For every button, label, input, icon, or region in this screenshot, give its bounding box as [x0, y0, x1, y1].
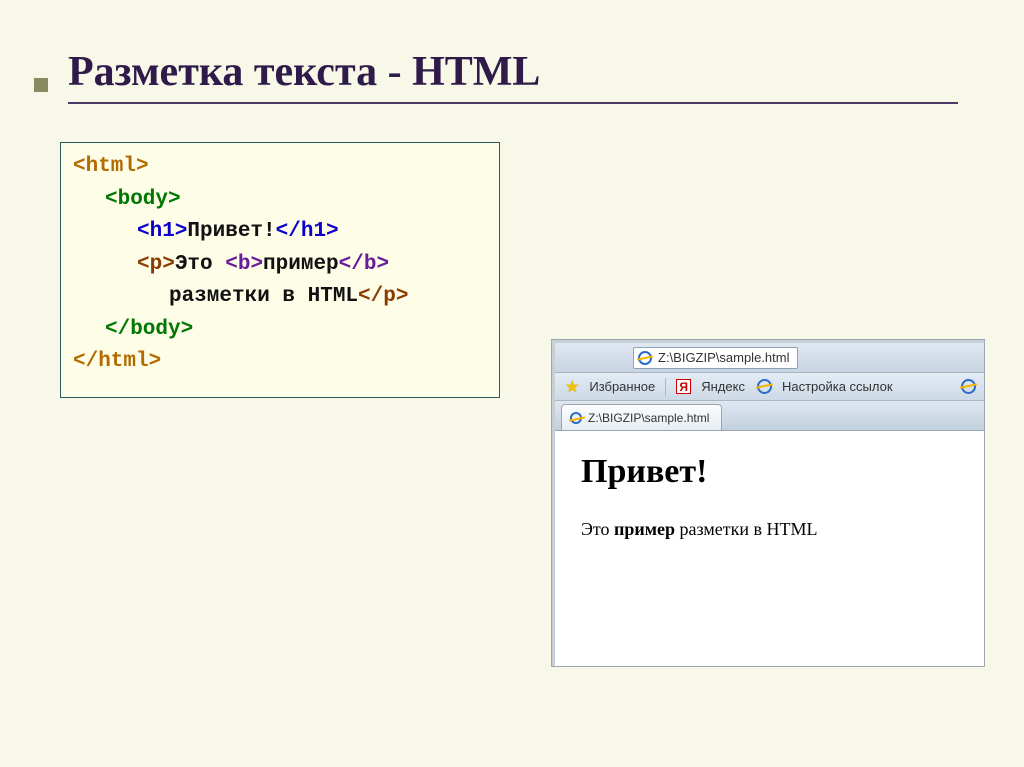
rendered-page: Привет! Это пример разметки в HTML: [555, 431, 984, 666]
code-body-close: </body>: [105, 318, 193, 341]
code-body-open: <body>: [105, 188, 181, 211]
separator: [665, 378, 666, 396]
code-h1-close: </h1>: [276, 220, 339, 243]
yandex-icon[interactable]: Я: [676, 379, 691, 394]
address-input[interactable]: Z:\BIGZIP\sample.html: [633, 347, 798, 369]
title-bullet: [34, 78, 48, 92]
ie-small-icon-2: [961, 379, 976, 394]
code-p-t1: Это: [175, 253, 225, 276]
rendered-paragraph: Это пример разметки в HTML: [581, 519, 958, 540]
code-h1-text: Привет!: [187, 220, 275, 243]
code-p-close: </p>: [358, 285, 408, 308]
ie-icon: [638, 351, 652, 365]
code-h1-open: <h1>: [137, 220, 187, 243]
yandex-link[interactable]: Яндекс: [701, 379, 745, 394]
code-b-close: </b>: [339, 253, 389, 276]
favorites-row: ★ Избранное Я Яндекс Настройка ссылок: [555, 373, 984, 401]
code-b-text: пример: [263, 253, 339, 276]
browser-preview: Z:\BIGZIP\sample.html ★ Избранное Я Янде…: [552, 340, 984, 666]
tab-title: Z:\BIGZIP\sample.html: [588, 411, 709, 425]
code-b-open: <b>: [225, 253, 263, 276]
address-text: Z:\BIGZIP\sample.html: [658, 350, 789, 365]
code-p-open: <p>: [137, 253, 175, 276]
code-html-close: </html>: [73, 350, 161, 373]
tab-row: Z:\BIGZIP\sample.html: [555, 401, 984, 431]
code-html-open: <html>: [73, 155, 149, 178]
settings-link[interactable]: Настройка ссылок: [782, 379, 893, 394]
rendered-p-after: разметки в HTML: [675, 519, 817, 539]
star-icon[interactable]: ★: [565, 377, 579, 397]
rendered-bold: пример: [614, 519, 675, 539]
favorites-label[interactable]: Избранное: [589, 379, 655, 394]
address-bar-row: Z:\BIGZIP\sample.html: [555, 343, 984, 373]
code-box: <html> <body> <h1>Привет!</h1> <p>Это <b…: [60, 142, 500, 398]
tab-ie-icon: [570, 412, 582, 424]
rendered-heading: Привет!: [581, 453, 958, 491]
ie-small-icon: [757, 379, 772, 394]
slide-title: Разметка текста - HTML: [68, 48, 958, 104]
tab-sample[interactable]: Z:\BIGZIP\sample.html: [561, 404, 722, 430]
code-line2: разметки в HTML: [169, 285, 358, 308]
rendered-p-before: Это: [581, 519, 614, 539]
